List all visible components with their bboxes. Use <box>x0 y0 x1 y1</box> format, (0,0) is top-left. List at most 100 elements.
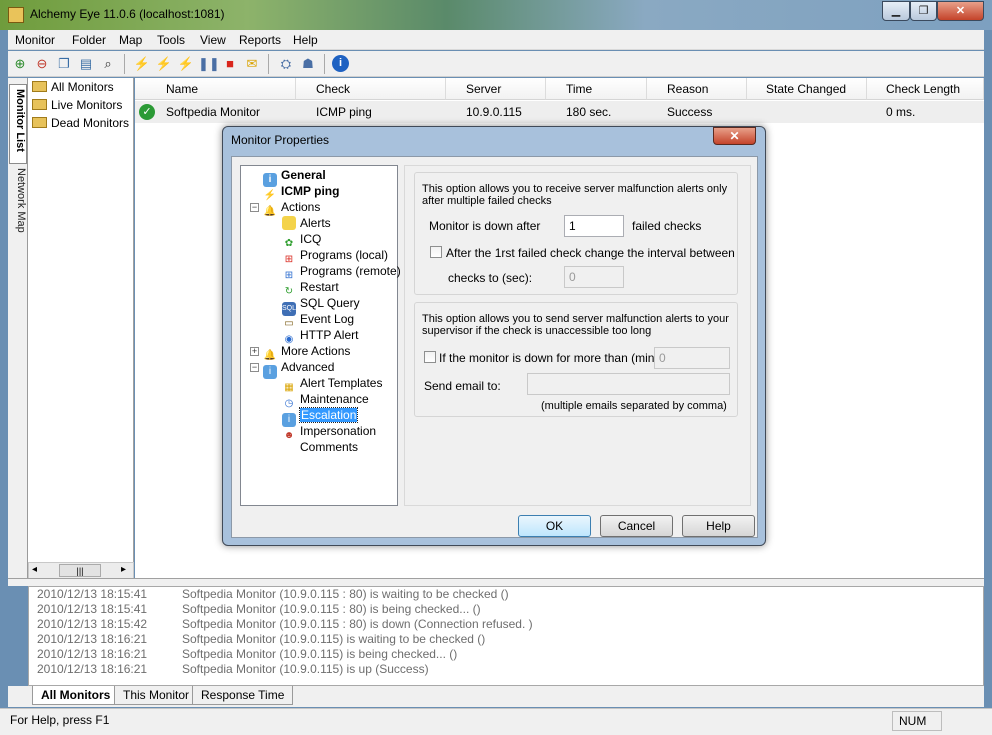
delete-monitor-icon[interactable]: ⊖ <box>32 54 52 74</box>
toolbar-separator <box>324 54 325 74</box>
interval-change-label: After the 1rst failed check change the i… <box>446 246 735 260</box>
tab-monitor-list[interactable]: Monitor List <box>9 84 27 164</box>
tree-item-sql-query[interactable]: SQL SQL Query <box>282 295 360 316</box>
table-row[interactable] <box>135 101 984 123</box>
failed-checks-label: failed checks <box>632 219 702 233</box>
alert-icon[interactable]: ✉ <box>242 54 262 74</box>
menu-view[interactable]: View <box>200 33 226 47</box>
maximize-button[interactable]: ❐ <box>910 1 937 21</box>
collapse-advanced-icon[interactable]: − <box>250 363 259 372</box>
minimize-button[interactable]: ▁ <box>882 1 910 21</box>
tree-item-event-log[interactable]: ▭ Event Log <box>282 311 354 329</box>
tree-item-general[interactable]: i General <box>263 167 326 187</box>
tree-item-actions[interactable]: 🔔 Actions <box>263 199 321 217</box>
folder-scrollbar[interactable]: ◂ ||| ▸ <box>28 562 134 579</box>
tree-item-icq[interactable]: ✿ ICQ <box>282 231 322 249</box>
checks-to-input[interactable]: 0 <box>564 266 624 288</box>
tree-item-alerts[interactable]: Alerts <box>282 215 331 231</box>
window-title: Alchemy Eye 11.0.6 (localhost:1081) <box>30 7 225 21</box>
check-dead-icon[interactable]: ⚡ <box>176 54 196 74</box>
menu-tools[interactable]: Tools <box>157 33 185 47</box>
check-now-icon[interactable]: ⚡ <box>132 54 152 74</box>
folder-all-monitors[interactable]: All Monitors <box>32 80 114 98</box>
tab-network-map[interactable]: Network Map <box>9 164 27 244</box>
copy-monitor-icon[interactable]: ❐ <box>54 54 74 74</box>
folder-live-monitors[interactable]: Live Monitors <box>32 98 122 116</box>
down-after-input[interactable]: 1 <box>564 215 624 237</box>
scroll-thumb[interactable]: ||| <box>59 564 101 577</box>
email-hint: (multiple emails separated by comma) <box>541 400 727 412</box>
network-icon[interactable]: ⛭ <box>276 54 296 74</box>
app-icon <box>8 7 24 23</box>
down-more-than-input[interactable]: 0 <box>654 347 730 369</box>
menu-reports[interactable]: Reports <box>239 33 281 47</box>
toolbar: ⊕ ⊖ ❐ ▤ ⌕ ⚡ ⚡ ⚡ ❚❚ ■ ✉ ⛭ ☗ i <box>8 51 984 77</box>
col-time[interactable]: Time <box>546 78 647 100</box>
status-help-text: For Help, press F1 <box>10 713 110 727</box>
cancel-button[interactable]: Cancel <box>600 515 673 537</box>
info-icon[interactable]: i <box>332 55 349 72</box>
menu-help[interactable]: Help <box>293 33 318 47</box>
folder-dead-monitors[interactable]: Dead Monitors <box>32 116 129 134</box>
tree-item-restart[interactable]: ↻ Restart <box>282 279 339 297</box>
dialog-close-button[interactable]: ✕ <box>713 127 756 145</box>
down-more-than-checkbox[interactable] <box>424 351 436 363</box>
properties-icon[interactable]: ▤ <box>76 54 96 74</box>
tree-item-icmp-ping[interactable]: ⚡ ICMP ping <box>263 183 340 201</box>
menu-bar: Monitor Folder Map Tools View Reports He… <box>8 30 984 50</box>
tree-item-comments[interactable]: Comments <box>282 439 358 455</box>
tree-item-escalation[interactable]: i Escalation <box>282 407 359 427</box>
users-icon[interactable]: ☗ <box>298 54 318 74</box>
bell-icon: 🔔 <box>263 206 277 217</box>
property-tree: i General ⚡ ICMP ping − 🔔 Actions Alerts ✿ I… <box>240 165 401 506</box>
dialog-body: i General ⚡ ICMP ping − 🔔 Actions Alerts ✿ I… <box>231 156 758 538</box>
col-check[interactable]: Check <box>296 78 446 100</box>
help-button[interactable]: Help <box>682 515 755 537</box>
menu-monitor[interactable]: Monitor <box>15 33 55 47</box>
tree-item-alert-templates[interactable]: ▦ Alert Templates <box>282 375 382 393</box>
tree-item-advanced[interactable]: i Advanced <box>263 359 334 379</box>
col-name[interactable]: Name <box>135 78 296 100</box>
tab-all-monitors[interactable]: All Monitors <box>32 686 120 705</box>
scroll-right-icon[interactable]: ▸ <box>121 564 126 575</box>
side-tab-strip: Monitor List Network Map <box>8 78 28 578</box>
tree-item-programs-remote[interactable]: ⊞ Programs (remote) <box>282 263 401 281</box>
find-icon[interactable]: ⌕ <box>98 54 118 74</box>
cell-name: Softpedia Monitor <box>166 105 261 119</box>
col-reason[interactable]: Reason <box>647 78 747 100</box>
scroll-left-icon[interactable]: ◂ <box>32 564 37 575</box>
send-email-label: Send email to: <box>424 379 501 393</box>
interval-change-checkbox[interactable] <box>430 246 442 258</box>
tree-item-programs-local[interactable]: ⊞ Programs (local) <box>282 247 388 265</box>
escalation-group: This option allows you to send server ma… <box>414 302 738 417</box>
col-state-changed[interactable]: State Changed <box>747 78 867 100</box>
pause-icon[interactable]: ❚❚ <box>198 54 220 74</box>
send-email-input[interactable] <box>527 373 730 395</box>
folder-icon <box>32 99 47 110</box>
menu-folder[interactable]: Folder <box>72 33 106 47</box>
add-monitor-icon[interactable]: ⊕ <box>10 54 30 74</box>
collapse-actions-icon[interactable]: − <box>250 203 259 212</box>
folder-icon <box>282 216 296 230</box>
close-button[interactable]: ✕ <box>937 1 984 21</box>
cell-time: 180 sec. <box>566 105 612 119</box>
tree-item-more-actions[interactable]: 🔔 More Actions <box>263 343 351 361</box>
tree-item-http-alert[interactable]: ◉ HTTP Alert <box>282 327 359 345</box>
check-all-icon[interactable]: ⚡ <box>154 54 174 74</box>
status-ok-icon: ✓ <box>139 104 155 120</box>
ok-button[interactable]: OK <box>518 515 591 537</box>
col-server[interactable]: Server <box>446 78 546 100</box>
tree-item-maintenance[interactable]: ◷ Maintenance <box>282 391 369 409</box>
event-log: 2010/12/13 18:15:41 Softpedia Monitor (10… <box>28 586 984 686</box>
folder-tree: All Monitors Live Monitors Dead Monitors <box>28 78 134 578</box>
stop-icon[interactable]: ■ <box>220 54 240 74</box>
menu-map[interactable]: Map <box>119 33 142 47</box>
panel-splitter[interactable] <box>8 578 984 586</box>
col-check-length[interactable]: Check Length <box>867 78 984 100</box>
checks-to-label: checks to (sec): <box>448 271 533 285</box>
tab-response-time[interactable]: Response Time <box>192 686 294 705</box>
tree-item-impersonation[interactable]: ☻ Impersonation <box>282 423 376 441</box>
tab-this-monitor[interactable]: This Monitor <box>114 686 199 705</box>
cell-check: ICMP ping <box>316 105 372 119</box>
expand-more-actions-icon[interactable]: + <box>250 347 259 356</box>
